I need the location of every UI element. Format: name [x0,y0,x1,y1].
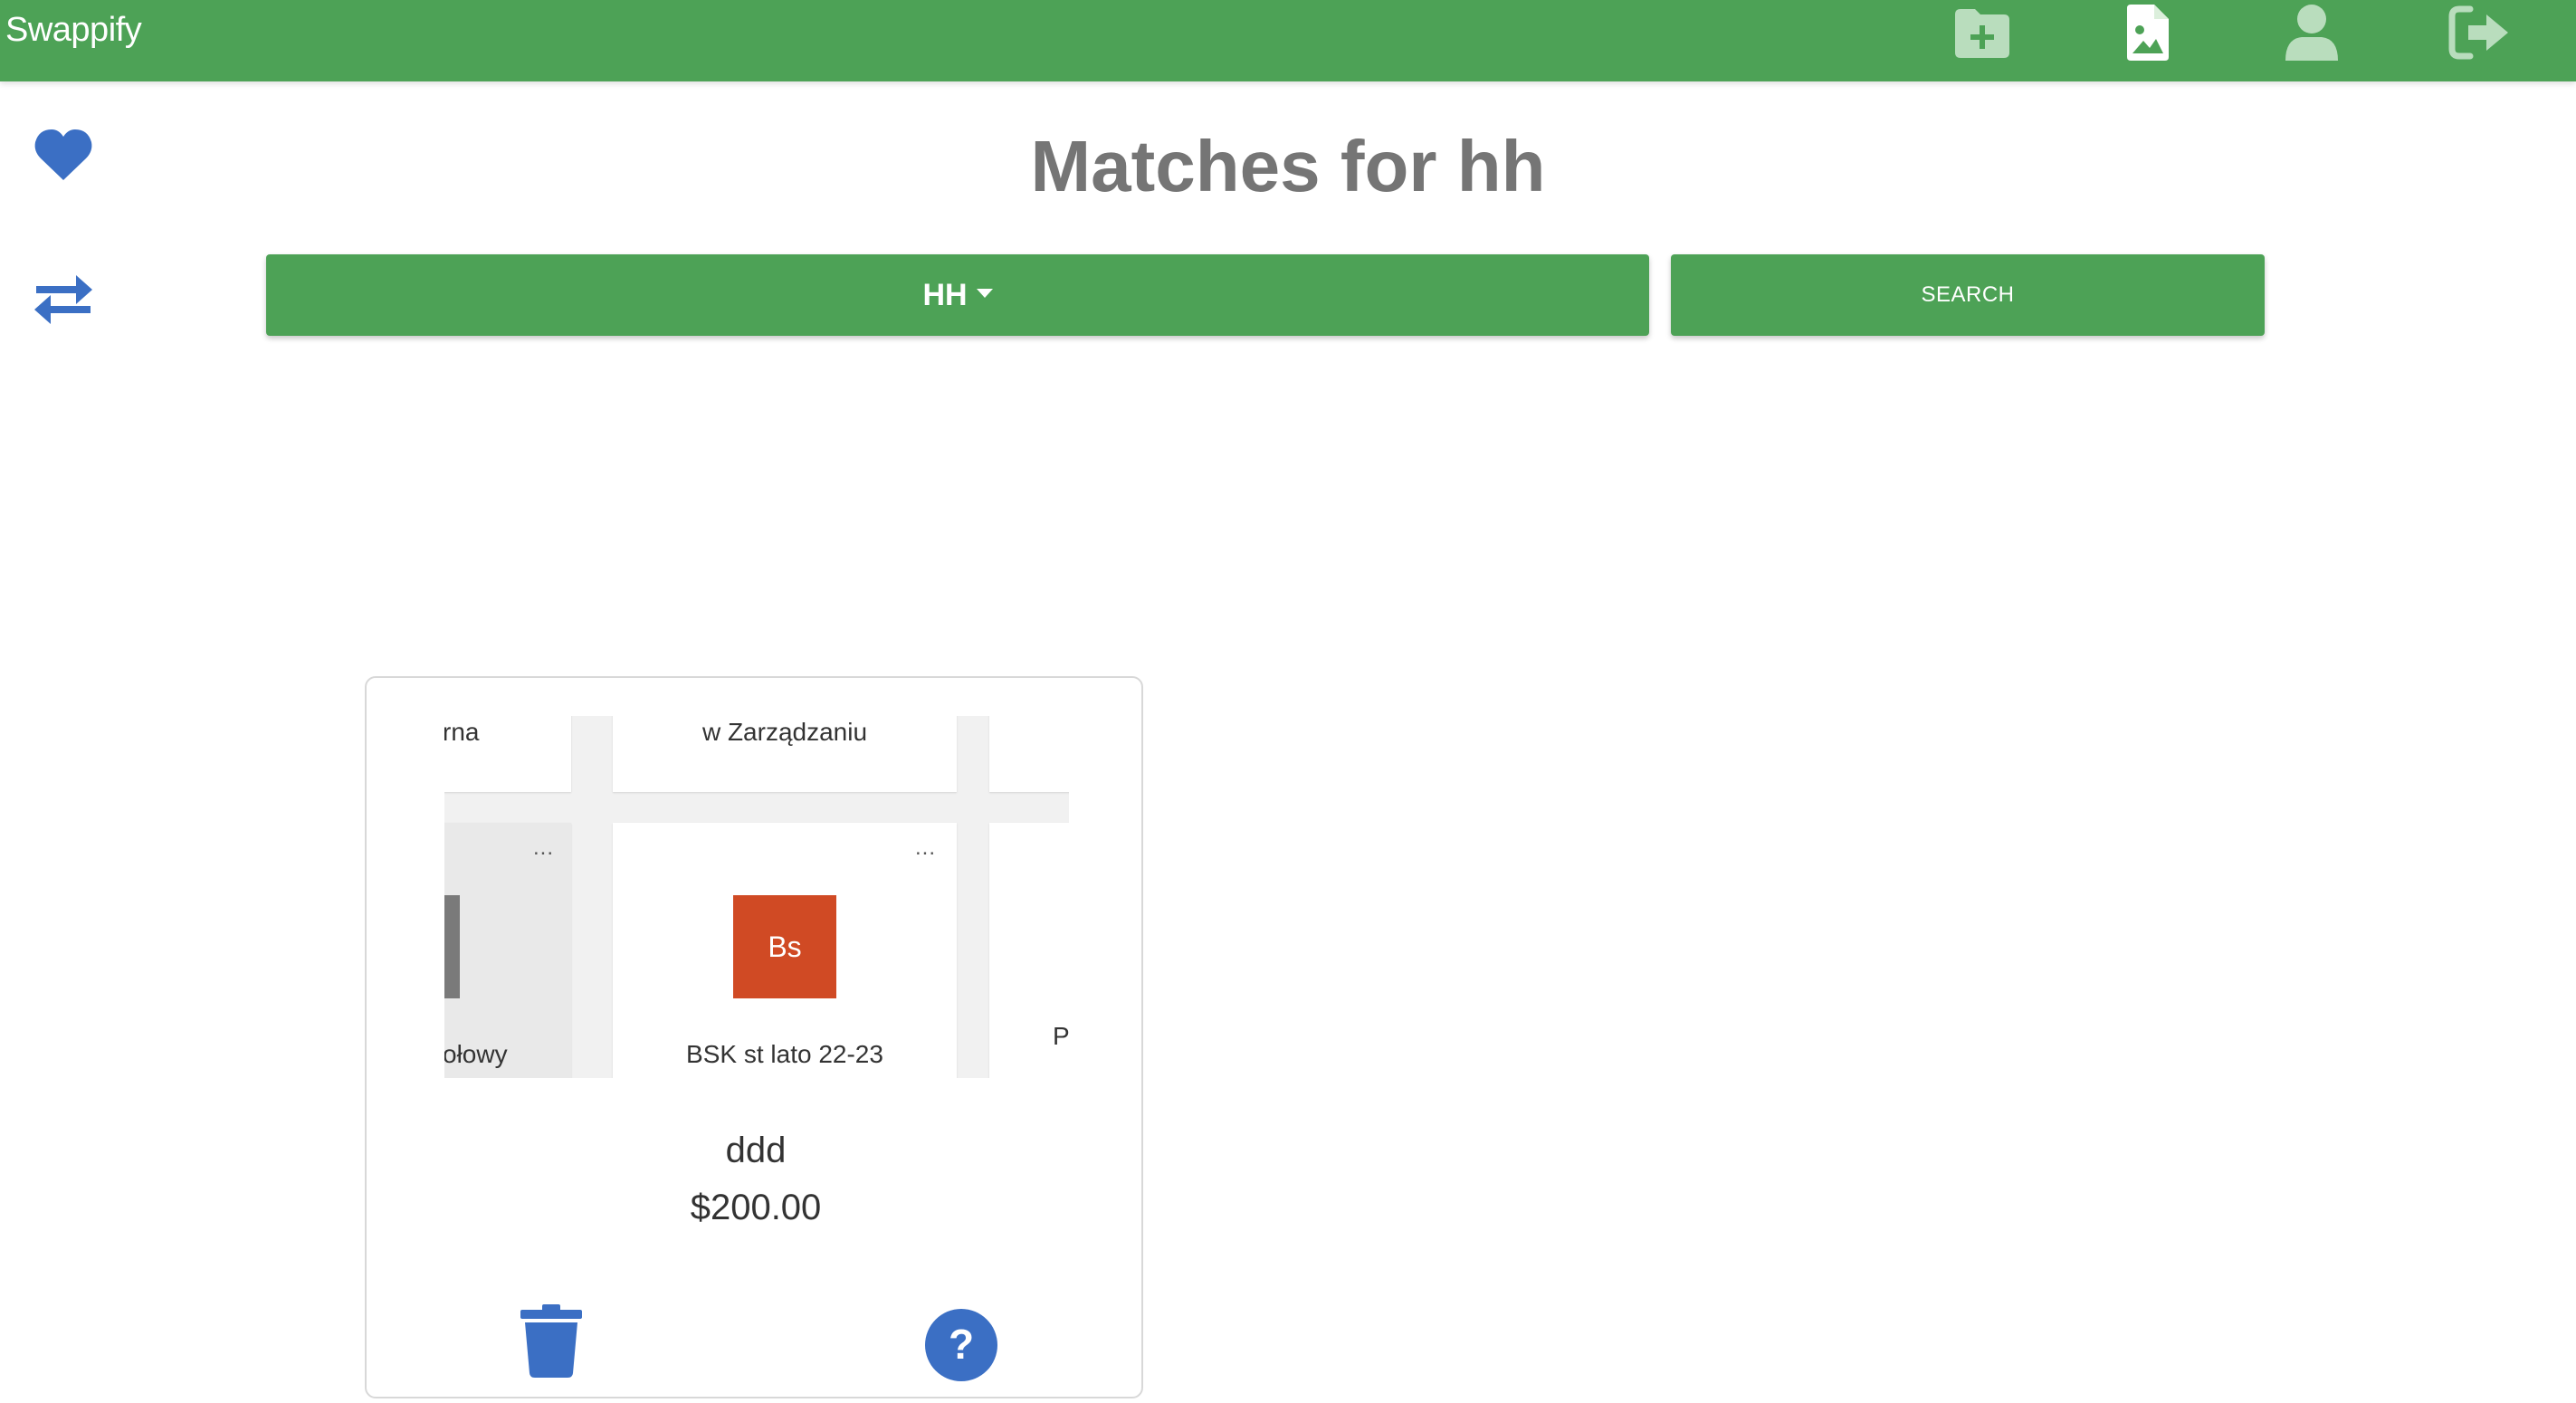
thumbnail-tile-label: ołowy [444,1040,508,1068]
thumbnail-tile-label: P [1053,1022,1069,1050]
question-circle-icon: ? [925,1309,997,1381]
sign-out-button[interactable] [2447,0,2513,65]
file-image-icon [2127,5,2169,61]
thumbnail-tile [989,716,1069,792]
trash-icon [520,1304,582,1378]
page-title: Matches for hh [1030,126,1546,206]
add-folder-button[interactable] [1950,0,2015,65]
thumbnail-tile-label: w Zarządzaniu [701,718,868,746]
thumbnail-tile: P [989,823,1069,1078]
match-card: rna w Zarządzaniu ... ołowy ... Bs BSK s… [365,676,1143,1398]
thumbnail-tile: w Zarządzaniu [613,716,957,792]
file-icon [444,895,460,998]
item-select-dropdown[interactable]: HH [266,254,1649,336]
folder-plus-icon [1955,9,2009,58]
upload-image-button[interactable] [2114,0,2180,65]
thumbnail-tile-label: rna [444,718,480,746]
app-brand[interactable]: Swappify [5,11,142,50]
swap-arrows-icon [34,275,92,324]
item-thumbnail[interactable]: rna w Zarządzaniu ... ołowy ... Bs BSK s… [444,716,1069,1078]
item-title: ddd [725,1131,787,1170]
item-price: $200.00 [690,1188,822,1227]
more-options-icon: ... [533,835,555,860]
dropdown-value: HH [922,277,968,312]
delete-button[interactable] [510,1301,592,1382]
thumbnail-tile: ... Bs BSK st lato 22-23 [613,823,957,1078]
search-button[interactable]: SEARCH [1671,254,2265,336]
thumbnail-tile: ... ołowy [444,823,571,1078]
svg-text:?: ? [949,1321,974,1368]
more-options-icon: ... [915,835,937,860]
bs-app-icon: Bs [733,895,836,998]
thumbnail-tile-label: BSK st lato 22-23 [686,1040,883,1068]
user-icon [2285,5,2338,61]
thumbnail-tile: rna [444,716,571,792]
profile-button[interactable] [2279,0,2344,65]
caret-down-icon [976,289,993,298]
top-app-bar: Swappify [0,0,2576,81]
details-button[interactable]: ? [921,1304,1002,1386]
swaps-nav-button[interactable] [31,267,96,332]
sign-out-icon [2448,5,2508,60]
